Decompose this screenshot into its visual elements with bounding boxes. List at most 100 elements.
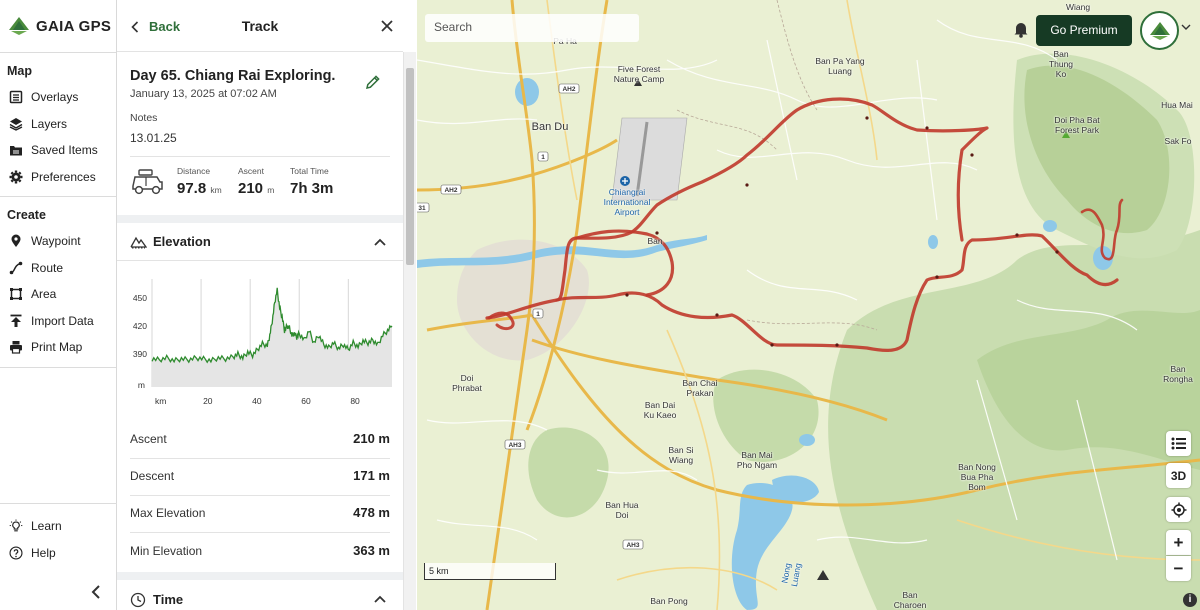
map-info-button[interactable]: i — [1183, 593, 1197, 607]
logo[interactable]: GAIA GPS — [0, 0, 116, 52]
vehicle-icon — [132, 169, 163, 195]
nav-item-learn[interactable]: Learn — [0, 513, 117, 540]
time-section-header[interactable]: Time — [117, 580, 403, 610]
map-view[interactable]: AH2 AH2 AH3 AH3 1 1 31 Pa Ha Ban Du Ban … — [417, 0, 1200, 610]
time-title: Time — [153, 592, 184, 607]
nav-item-label: Overlays — [31, 90, 79, 105]
help-icon — [9, 546, 23, 560]
nav-item-overlays[interactable]: Overlays — [0, 84, 116, 111]
panel-scrollbar[interactable] — [403, 52, 416, 610]
left-nav: GAIA GPS Map Overlays Layers Saved Items… — [0, 0, 117, 610]
chevron-down-icon — [1181, 24, 1191, 30]
map-place-label: Hua Mai — [1161, 100, 1193, 110]
total-time-value: 7h 3m — [290, 180, 334, 197]
total-time-stat: Total Time 7h 3m — [290, 166, 333, 197]
summary-label: Ascent — [130, 432, 167, 446]
map-place-label: Ban — [647, 236, 663, 246]
map-place-label: Chiangrai International Airport — [603, 187, 651, 217]
account-menu-button[interactable] — [1181, 23, 1191, 34]
elevation-section-header[interactable]: Elevation — [117, 223, 403, 261]
nav-item-saved-items[interactable]: Saved Items — [0, 137, 116, 164]
map-place-label: Ban Mai Pho Ngam — [736, 450, 778, 470]
distance-label: Distance — [177, 166, 211, 176]
summary-row-ascent: Ascent 210 m — [130, 422, 390, 459]
nav-item-area[interactable]: Area — [0, 281, 116, 308]
lightbulb-icon — [9, 519, 23, 532]
map-place-label: Ban Hua Doi — [605, 500, 639, 520]
nav-item-route[interactable]: Route — [0, 255, 116, 282]
scrollbar-thumb[interactable] — [406, 68, 414, 265]
nav-item-label: Import Data — [31, 313, 94, 328]
elevation-title: Elevation — [153, 234, 211, 249]
edit-track-button[interactable] — [365, 74, 381, 95]
locate-icon — [1171, 502, 1186, 517]
map-place-label: Ban Du — [531, 121, 569, 133]
saved-items-icon — [10, 146, 22, 156]
chart-y-tick-label: 390 — [133, 349, 147, 359]
gaia-logo-icon — [9, 17, 29, 35]
chart-y-unit-label: m — [138, 380, 145, 390]
nav-item-waypoint[interactable]: Waypoint — [0, 228, 116, 255]
gear-icon — [9, 170, 23, 184]
create-section-title: Create — [7, 208, 46, 222]
map-place-label: Ban Dai Ku Kaeo — [643, 400, 677, 420]
map-place-label: Wiang — [1065, 2, 1091, 12]
brand-name: GAIA GPS — [36, 17, 112, 35]
summary-row-descent: Descent 171 m — [130, 459, 390, 496]
zoom-in-button[interactable]: + — [1166, 530, 1191, 555]
map-list-button[interactable] — [1166, 431, 1191, 456]
chart-x-unit-label: km — [155, 396, 166, 406]
nav-item-help[interactable]: Help — [0, 540, 117, 567]
collapse-sidebar-button[interactable] — [91, 583, 101, 604]
distance-value: 97.8 — [177, 180, 207, 197]
map-3d-button[interactable]: 3D — [1166, 463, 1191, 488]
map-section-title: Map — [7, 64, 32, 78]
locate-button[interactable] — [1166, 497, 1191, 522]
divider — [130, 156, 390, 157]
nav-item-label: Learn — [31, 519, 62, 534]
notes-label: Notes — [130, 112, 158, 124]
track-date: January 13, 2025 at 07:02 AM — [130, 88, 277, 100]
close-button[interactable] — [375, 14, 399, 44]
chart-y-tick-label: 420 — [133, 321, 147, 331]
avatar[interactable] — [1140, 11, 1179, 50]
chart-y-tick-label: 450 — [133, 293, 147, 303]
upload-icon — [10, 314, 22, 327]
zoom-out-button[interactable]: − — [1166, 556, 1191, 581]
clock-icon — [130, 592, 146, 608]
panel-title: Track — [241, 18, 279, 34]
distance-stat: Distance 97.8 km — [177, 166, 222, 197]
nav-item-import-data[interactable]: Import Data — [0, 308, 116, 335]
chevron-up-icon — [374, 238, 386, 246]
map-place-label: Ban Charoen — [893, 590, 927, 610]
summary-value: 478 m — [353, 505, 390, 520]
ascent-unit: m — [267, 185, 275, 195]
nav-item-layers[interactable]: Layers — [0, 111, 116, 138]
track-name: Day 65. Chiang Rai Exploring. — [130, 68, 336, 84]
map-place-label: Ban Pong — [650, 596, 688, 606]
pencil-icon — [365, 75, 380, 90]
summary-value: 171 m — [353, 468, 390, 483]
map-search-input[interactable]: Search — [425, 14, 639, 42]
svg-text:1: 1 — [536, 311, 540, 318]
map-place-label: Doi Phrabat — [452, 373, 482, 393]
nav-item-label: Saved Items — [31, 143, 98, 158]
section-separator — [117, 572, 403, 580]
elevation-chart[interactable]: 450 420 390 mkm 20 40 60 80 — [124, 273, 400, 413]
go-premium-button[interactable]: Go Premium — [1036, 15, 1132, 46]
summary-label: Min Elevation — [130, 544, 203, 558]
summary-label: Descent — [130, 469, 175, 483]
map-place-label: Ban Nong Bua Pha Bom — [958, 462, 996, 492]
nav-item-preferences[interactable]: Preferences — [0, 164, 116, 191]
nav-item-print-map[interactable]: Print Map — [0, 334, 116, 361]
nav-item-label: Print Map — [31, 340, 83, 355]
gaia-logo-icon — [1149, 21, 1170, 40]
chevron-left-icon — [91, 585, 100, 599]
summary-value: 363 m — [353, 543, 390, 558]
map-place-label: Ban Thung Ko — [1048, 49, 1074, 79]
area-icon — [10, 288, 22, 301]
nav-item-label: Area — [31, 287, 57, 302]
svg-text:31: 31 — [418, 205, 426, 212]
notifications-button[interactable] — [1013, 20, 1029, 43]
map-base: AH2 AH2 AH3 AH3 1 1 31 — [417, 0, 1200, 610]
